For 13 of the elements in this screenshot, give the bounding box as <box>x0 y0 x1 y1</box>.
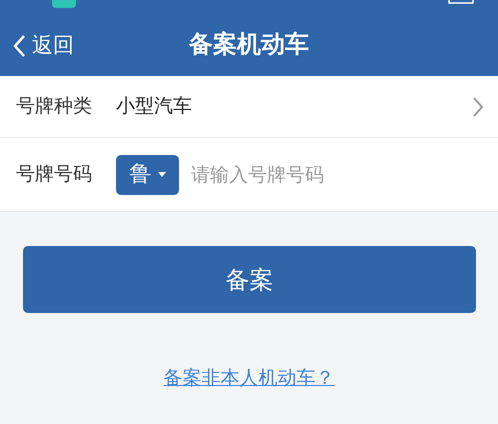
field-label: 号牌种类 <box>16 94 93 120</box>
field-label: 号牌号码 <box>16 162 93 188</box>
plate-type-row[interactable]: 号牌种类 小型汽车 <box>0 76 498 138</box>
province-dropdown[interactable]: 鲁 <box>116 154 179 194</box>
field-value: 小型汽车 <box>116 94 192 120</box>
caret-icon <box>158 172 166 177</box>
chevron-right-icon <box>472 96 484 118</box>
submit-button[interactable]: 备案 <box>23 246 476 313</box>
other-vehicle-link[interactable]: 备案非本人机动车？ <box>164 364 334 392</box>
page-title: 备案机动车 <box>189 29 309 60</box>
plate-number-field[interactable]: 请输入号牌号码 <box>191 154 498 194</box>
chevron-left-icon <box>12 34 26 58</box>
back-button[interactable]: 返回 <box>12 30 74 62</box>
